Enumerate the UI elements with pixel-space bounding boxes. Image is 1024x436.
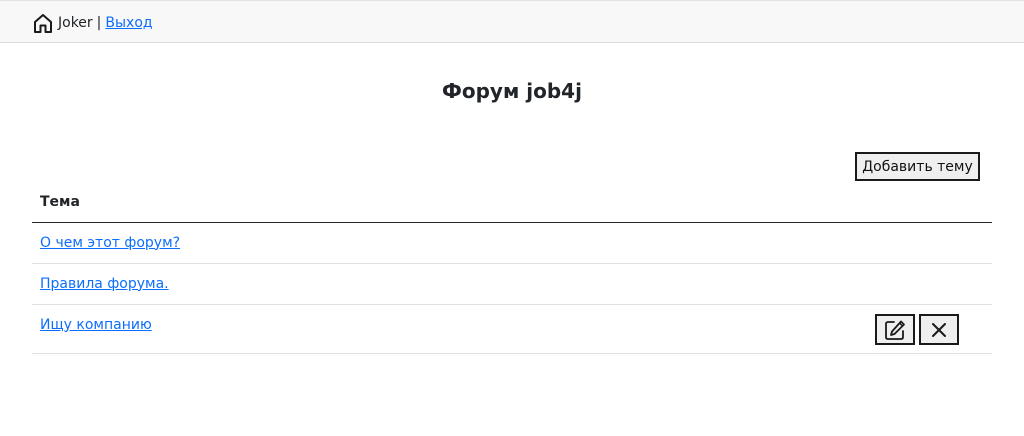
topic-link[interactable]: О чем этот форум? <box>40 235 180 251</box>
house-icon[interactable] <box>32 12 54 34</box>
edit-icon <box>884 319 906 341</box>
delete-button[interactable] <box>919 314 959 345</box>
table-header-row: Тема <box>32 182 992 222</box>
logout-link[interactable]: Выход <box>105 15 152 31</box>
edit-button[interactable] <box>875 314 915 345</box>
navbar-content: Joker | Выход <box>32 11 153 35</box>
close-icon <box>930 321 948 339</box>
table-row: Ищу компанию <box>32 304 992 353</box>
column-header-topic: Тема <box>40 193 80 210</box>
topic-cell: Ищу компанию <box>32 304 992 353</box>
nav-separator: | <box>96 15 102 31</box>
topic-cell: О чем этот форум? <box>32 222 992 263</box>
navbar: Joker | Выход <box>0 0 1024 43</box>
username: Joker <box>58 15 93 31</box>
topic-link[interactable]: Ищу компанию <box>40 317 152 333</box>
row-actions <box>875 314 959 345</box>
topics-table: Тема О чем этот форум? Правила форума. И… <box>32 182 992 354</box>
add-topic-button[interactable]: Добавить тему <box>855 152 980 181</box>
table-row: О чем этот форум? <box>32 222 992 263</box>
page-title: Форум job4j <box>442 79 582 103</box>
topic-cell: Правила форума. <box>32 263 992 304</box>
table-row: Правила форума. <box>32 263 992 304</box>
topic-link[interactable]: Правила форума. <box>40 276 169 292</box>
